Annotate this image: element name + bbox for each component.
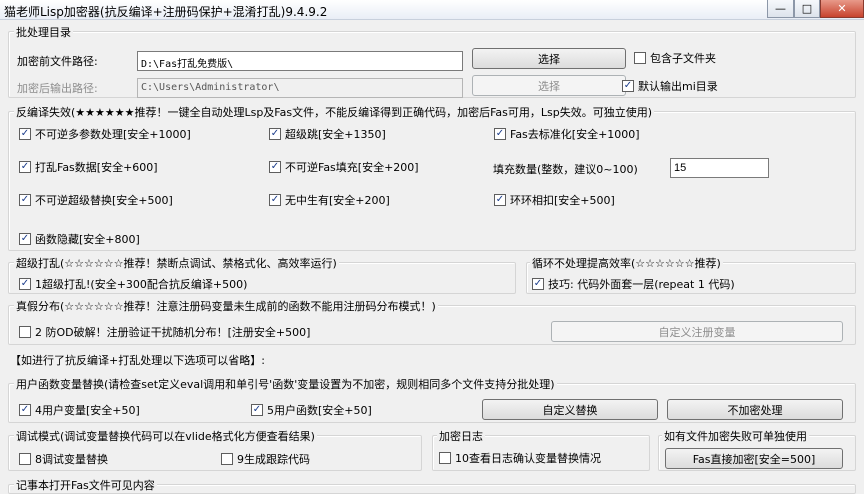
default-output-checkbox[interactable]: ✓ 默认输出mi目录: [622, 78, 718, 94]
close-button[interactable]: ✕: [820, 0, 864, 18]
loop-group-title: 循环不处理提高效率(☆☆☆☆☆☆推荐): [530, 255, 723, 271]
checkbox-label: 10查看日志确认变量替换情况: [455, 452, 601, 465]
checkbox-label: 5用户函数[安全+50]: [267, 404, 372, 417]
super-jump-checkbox[interactable]: ✓ 超级跳[安全+1350]: [269, 126, 386, 142]
checkbox-box: ✓: [19, 161, 31, 173]
checkbox-box: ✓: [532, 278, 544, 290]
no-encrypt-button[interactable]: 不加密处理: [667, 399, 843, 420]
checkbox-box: ✓: [19, 194, 31, 206]
checkbox-label: 无中生有[安全+200]: [285, 194, 390, 207]
checkbox-box: ✓: [622, 80, 634, 92]
checkbox-label: 4用户变量[安全+50]: [35, 404, 140, 417]
checkbox-label: 不可逆超级替换[安全+500]: [35, 194, 173, 207]
interlocking-checkbox[interactable]: ✓ 环环相扣[安全+500]: [494, 192, 615, 208]
checkbox-box: [19, 453, 31, 465]
checkbox-box: ✓: [494, 194, 506, 206]
trace-code-checkbox[interactable]: 9生成跟踪代码: [221, 451, 310, 467]
output-select-button[interactable]: 选择: [472, 75, 626, 96]
checkbox-label: 打乱Fas数据[安全+600]: [35, 161, 158, 174]
view-log-checkbox[interactable]: 10查看日志确认变量替换情况: [439, 450, 601, 466]
checkbox-label: 技巧: 代码外面套一层(repeat 1 代码): [548, 278, 735, 291]
minimize-icon: —: [775, 2, 786, 15]
checkbox-box: [221, 453, 233, 465]
checkbox-label: 不可逆Fas填充[安全+200]: [285, 161, 419, 174]
fas-destandardize-checkbox[interactable]: ✓ Fas去标准化[安全+1000]: [494, 126, 640, 142]
checkbox-label: 2 防OD破解！注册验证干扰随机分布！[注册安全+500]: [35, 326, 311, 339]
irreversible-replace-checkbox[interactable]: ✓ 不可逆超级替换[安全+500]: [19, 192, 173, 208]
checkbox-box: ✓: [269, 161, 281, 173]
default-output-label: 默认输出mi目录: [638, 80, 718, 93]
decompile-group-title: 反编译失效(★★★★★★推荐！一键全自动处理Lsp及Fas文件，不能反编译得到正…: [14, 104, 655, 120]
checkbox-box: ✓: [251, 404, 263, 416]
checkbox-label: 9生成跟踪代码: [237, 453, 310, 466]
anti-od-checkbox[interactable]: 2 防OD破解！注册验证干扰随机分布！[注册安全+500]: [19, 324, 310, 340]
shuffle-fas-data-checkbox[interactable]: ✓ 打乱Fas数据[安全+600]: [19, 159, 158, 175]
custom-register-variable-button[interactable]: 自定义注册变量: [551, 321, 843, 342]
include-subfolder-label: 包含子文件夹: [650, 52, 716, 65]
user-function-checkbox[interactable]: ✓ 5用户函数[安全+50]: [251, 402, 372, 418]
variable-replace-group-title: 用户函数变量替换(请检查set定义eval调用和单引号'函数'变量设置为不加密，…: [14, 376, 557, 392]
source-path-input[interactable]: D:\Fas打乱免费版\: [137, 51, 463, 71]
maximize-button[interactable]: □: [794, 0, 820, 18]
irreversible-fill-checkbox[interactable]: ✓ 不可逆Fas填充[安全+200]: [269, 159, 419, 175]
debug-variable-checkbox[interactable]: 8调试变量替换: [19, 451, 108, 467]
fas-direct-encrypt-button[interactable]: Fas直接加密[安全=500]: [665, 448, 843, 469]
log-group-title: 加密日志: [437, 428, 485, 444]
checkbox-box: ✓: [19, 233, 31, 245]
checkbox-box: ✓: [19, 278, 31, 290]
checkbox-label: 函数隐藏[安全+800]: [35, 233, 140, 246]
debug-group-title: 调试模式(调试变量替换代码可以在vlide格式化方便查看结果): [14, 428, 317, 444]
title-bar: 猫老师Lisp加密器(抗反编译+注册码保护+混淆打乱)9.4.9.2 — □ ✕: [0, 0, 864, 20]
fas-direct-group-title: 如有文件加密失败可单独使用: [662, 428, 809, 444]
super-shuffle-group-title: 超级打乱(☆☆☆☆☆☆推荐！禁断点调试、禁格式化、高效率运行): [14, 255, 339, 271]
fill-count-label: 填充数量(整数，建议0~100): [493, 163, 638, 176]
checkbox-box: ✓: [269, 128, 281, 140]
super-shuffle-checkbox[interactable]: ✓ 1超级打乱!(安全+300配合抗反编译+500): [19, 276, 247, 292]
checkbox-box: [19, 326, 31, 338]
close-icon: ✕: [837, 2, 847, 15]
checkbox-label: 不可逆多参数处理[安全+1000]: [35, 128, 191, 141]
checkbox-box: ✓: [494, 128, 506, 140]
checkbox-label: 环环相扣[安全+500]: [510, 194, 615, 207]
irreversible-params-checkbox[interactable]: ✓ 不可逆多参数处理[安全+1000]: [19, 126, 191, 142]
window-title: 猫老师Lisp加密器(抗反编译+注册码保护+混淆打乱)9.4.9.2: [4, 5, 328, 19]
create-from-nothing-checkbox[interactable]: ✓ 无中生有[安全+200]: [269, 192, 390, 208]
checkbox-label: 1超级打乱!(安全+300配合抗反编译+500): [35, 278, 248, 291]
optional-note: 【如进行了抗反编译+打乱处理以下选项可以省略】:: [10, 354, 265, 367]
loop-skip-checkbox[interactable]: ✓ 技巧: 代码外面套一层(repeat 1 代码): [532, 276, 735, 292]
checkbox-box: ✓: [19, 128, 31, 140]
checkbox-label: Fas去标准化[安全+1000]: [510, 128, 640, 141]
minimize-button[interactable]: —: [767, 0, 794, 18]
checkbox-box: ✓: [269, 194, 281, 206]
checkbox-box: ✓: [19, 404, 31, 416]
source-path-label: 加密前文件路径:: [17, 55, 98, 68]
output-path-input[interactable]: C:\Users\Administrator\: [137, 78, 463, 98]
batch-group-title: 批处理目录: [14, 24, 73, 40]
source-select-button[interactable]: 选择: [472, 48, 626, 69]
fake-distribution-group-title: 真假分布(☆☆☆☆☆☆推荐！注意注册码变量未生成前的函数不能用注册码分布模式！): [14, 298, 438, 314]
checkbox-label: 8调试变量替换: [35, 453, 108, 466]
checkbox-box: [634, 52, 646, 64]
maximize-icon: □: [801, 2, 813, 15]
user-variable-checkbox[interactable]: ✓ 4用户变量[安全+50]: [19, 402, 140, 418]
include-subfolder-checkbox[interactable]: 包含子文件夹: [634, 50, 716, 66]
notepad-fas-group-title: 记事本打开Fas文件可见内容: [14, 477, 157, 493]
function-hide-checkbox[interactable]: ✓ 函数隐藏[安全+800]: [19, 231, 140, 247]
output-path-label: 加密后输出路径:: [17, 82, 98, 95]
fill-count-input[interactable]: 15: [670, 158, 769, 178]
custom-replace-button[interactable]: 自定义替换: [482, 399, 658, 420]
checkbox-box: [439, 452, 451, 464]
checkbox-label: 超级跳[安全+1350]: [285, 128, 386, 141]
